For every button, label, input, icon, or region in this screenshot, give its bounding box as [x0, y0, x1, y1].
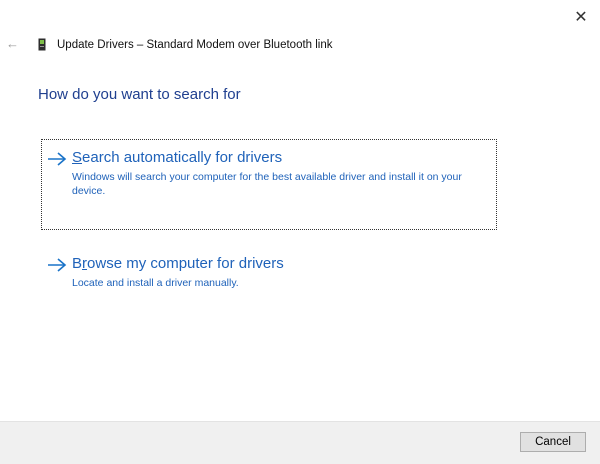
search-automatically-description: Windows will search your computer for th… [72, 171, 462, 197]
browse-computer-option[interactable]: Browse my computer for drivers Locate an… [41, 246, 497, 296]
window-title: Update Drivers – Standard Modem over Blu… [57, 38, 333, 51]
dialog-footer: Cancel [0, 421, 600, 464]
search-automatically-option[interactable]: Search automatically for drivers Windows… [41, 139, 497, 230]
browse-computer-description: Locate and install a driver manually. [72, 277, 239, 289]
browse-computer-title: Browse my computer for drivers [72, 255, 284, 272]
arrow-right-icon [46, 151, 68, 169]
cancel-button[interactable]: Cancel [520, 432, 586, 452]
back-button[interactable]: ← [6, 36, 22, 52]
arrow-right-icon [46, 257, 68, 275]
search-automatically-title: Search automatically for drivers [72, 149, 283, 166]
page-heading: How do you want to search for [38, 86, 241, 103]
window-title-row: Update Drivers – Standard Modem over Blu… [38, 38, 333, 51]
close-button[interactable]: ✕ [570, 6, 592, 28]
back-arrow-icon: ← [6, 36, 19, 51]
modem-icon [38, 38, 46, 51]
close-icon: ✕ [574, 9, 588, 26]
